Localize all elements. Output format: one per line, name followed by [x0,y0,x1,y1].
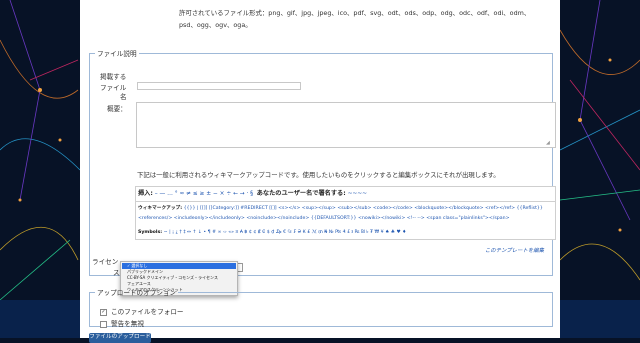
ignore-warnings-checkbox[interactable] [100,320,107,328]
insert-row: 挿入: – — … ° ≈ ≠ ≤ ≥ ± − × ÷ ← → · § あなたの… [136,187,555,202]
upload-options-fieldset: アップロードのオプション ✓ このファイルをフォロー 警告を無視 [89,287,553,328]
license-label-2: ス [113,269,120,277]
follow-option[interactable]: ✓ このファイルをフォロー [100,306,184,316]
ignore-warnings-label: 警告を無視 [111,320,144,328]
file-description-legend: ファイル説明 [97,50,137,58]
symbols-chars[interactable]: ~ | ¡ ¿ † ‡ ↔ ↑ ↓ • ¶ # ∞ ‹› «» ¤ ₳ ฿ ₵ … [164,230,407,235]
publish-label: 掲載する [100,73,127,81]
wikimarkup-box: 挿入: – — … ° ≈ ≠ ≤ ≥ ± − × ÷ ← → · § あなたの… [135,186,556,240]
follow-label: このファイルをフォロー [111,308,184,316]
symbols-row: Symbols: ~ | ¡ ¿ † ‡ ↔ ↑ ↓ • ¶ # ∞ ‹› «»… [138,228,555,237]
upload-options-legend: アップロードのオプション [97,289,177,297]
file-name-label-2: 名 [120,93,127,101]
allowed-formats-text: 許可されているファイル形式：png、gif、jpg、jpeg、ico、pdf、s… [179,9,531,29]
wikimarkup-help-text: 下記は一般に利用されるウィキマークアップコードです。使用したいものをクリックする… [137,171,500,179]
summary-textarea[interactable] [136,102,556,148]
license-option-label: 選択なし [131,263,148,268]
markup-label: ウィキマークアップ: [138,206,183,211]
insert-chars[interactable]: – — … ° ≈ ≠ ≤ ≥ ± − × ÷ ← → · § [155,191,253,197]
signature-label: あなたのユーザー名で署名する: [256,190,346,197]
signature-code[interactable]: ~~~~ [348,191,367,197]
summary-label: 概要： [107,105,127,113]
upload-file-button[interactable]: ファイルのアップロード [89,333,151,343]
markup-codes[interactable]: {{}} | [[]] [[Category:]] #REDIRECT [[]]… [138,206,543,221]
ignore-warnings-option[interactable]: 警告を無視 [100,318,144,328]
file-description-fieldset: ファイル説明 掲載する ファイル 名 概要： ◢ 下記は一般に利用されるウィキマ… [89,48,556,296]
license-label-1: ライセン [92,258,119,266]
symbols-label: Symbols: [138,230,163,235]
markup-row: ウィキマークアップ: {{}} | [[]] [[Category:]] #RE… [138,204,553,224]
follow-checkbox[interactable]: ✓ [100,308,107,316]
insert-label: 挿入: [138,190,153,197]
upload-form-page: 許可されているファイル形式：png、gif、jpg、jpeg、ico、pdf、s… [80,0,560,343]
edit-template-link[interactable]: このテンプレートを編集 [485,246,544,254]
file-name-input[interactable] [137,82,301,90]
